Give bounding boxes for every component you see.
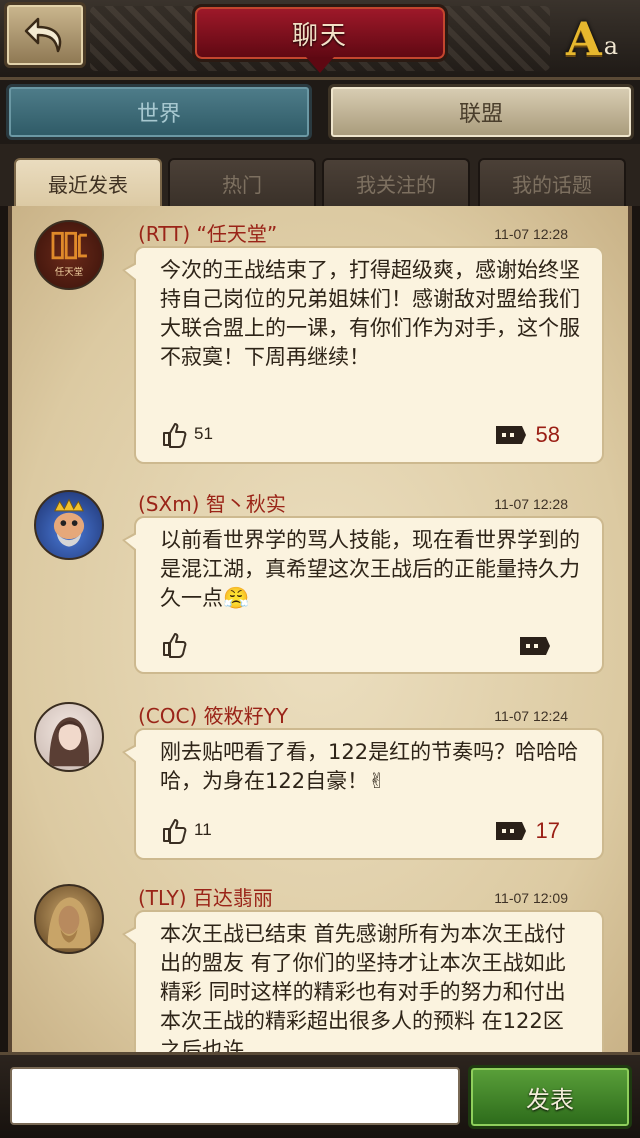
tab-alliance[interactable]: 联盟	[328, 84, 634, 140]
like-count: 51	[194, 424, 213, 443]
thumbs-up-icon	[163, 633, 187, 658]
composer-bar: 发表	[0, 1052, 640, 1138]
back-arrow-icon	[24, 17, 62, 53]
avatar[interactable]	[34, 702, 104, 772]
subtab-hot[interactable]: 热门	[168, 158, 316, 206]
avatar[interactable]: 任天堂	[34, 220, 104, 290]
thumbs-up-icon	[163, 819, 187, 844]
post-message: 以前看世界学的骂人技能，现在看世界学到的是混江湖，真希望这次王战后的正能量持久力…	[160, 528, 580, 610]
subtab-bar: 最近发表 热门 我关注的 我的话题	[0, 144, 640, 206]
post-author[interactable]: (SXm) 智丶秋实	[138, 488, 286, 517]
thumbs-up-icon	[163, 423, 187, 448]
post-time: 11-07 12:28	[494, 226, 568, 242]
comment-button[interactable]: 58	[494, 422, 560, 448]
post-feed[interactable]: 任天堂 (RTT) “任天堂” 11-07 12:28 今次的王战结束了，打得超…	[8, 206, 632, 1052]
send-button[interactable]: 发表	[468, 1065, 632, 1129]
comment-button[interactable]	[518, 634, 560, 658]
post-actions	[136, 626, 602, 658]
warrior-portrait-avatar-icon	[47, 897, 91, 949]
post-actions: 11 17	[136, 812, 602, 844]
like-button[interactable]	[160, 630, 194, 658]
message-input[interactable]	[10, 1067, 460, 1125]
post-author[interactable]: (COC) 筱敉籽YY	[138, 700, 288, 729]
post-bubble[interactable]: 本次王战已结束 首先感谢所有为本次王战付出的盟友 有了你们的坚持才让本次王战如此…	[134, 910, 604, 1052]
back-button[interactable]	[4, 2, 86, 68]
comment-count: 17	[535, 818, 560, 843]
comment-icon	[495, 426, 526, 444]
subtab-my-topics[interactable]: 我的话题	[478, 158, 626, 206]
girl-photo-avatar-icon	[49, 717, 89, 767]
like-button[interactable]: 51	[160, 420, 213, 448]
comment-button[interactable]: 17	[494, 818, 560, 844]
like-button[interactable]: 11	[160, 816, 212, 844]
comment-count: 58	[535, 422, 560, 447]
post-bubble[interactable]: 今次的王战结束了，打得超级爽，感谢始终坚持自己岗位的兄弟姐妹们！感谢敌对盟给我们…	[134, 246, 604, 464]
post-message: 今次的王战结束了，打得超级爽，感谢始终坚持自己岗位的兄弟姐妹们！感谢敌对盟给我们…	[160, 258, 580, 369]
subtab-following[interactable]: 我关注的	[322, 158, 470, 206]
font-size-icon-large: A	[565, 12, 602, 66]
like-count: 11	[194, 820, 212, 839]
page-title: 聊天	[291, 20, 348, 51]
post-actions: 51 58	[136, 416, 602, 448]
font-size-button[interactable]: A a	[562, 4, 622, 62]
king-character-avatar-icon	[53, 498, 85, 547]
post-time: 11-07 12:28	[494, 496, 568, 512]
comment-icon	[520, 637, 550, 655]
post-bubble[interactable]: 以前看世界学的骂人技能，现在看世界学到的是混江湖，真希望这次王战后的正能量持久力…	[134, 516, 604, 674]
post-bubble[interactable]: 刚去贴吧看了看，122是红的节奏吗？哈哈哈哈，为身在122自豪！✌ 11 17	[134, 728, 604, 860]
post-message: 刚去贴吧看了看，122是红的节奏吗？哈哈哈哈，为身在122自豪！✌	[160, 740, 579, 793]
header-bar: 聊天 A a	[0, 0, 640, 80]
nintendo-logo-avatar-icon: 任天堂	[51, 231, 87, 278]
avatar[interactable]	[34, 884, 104, 954]
post-message: 本次王战已结束 首先感谢所有为本次王战付出的盟友 有了你们的坚持才让本次王战如此…	[160, 922, 573, 1052]
post-author[interactable]: (TLY) 百达翡丽	[138, 882, 273, 911]
post-time: 11-07 12:24	[494, 708, 568, 724]
channel-tabs: 世界 联盟	[0, 80, 640, 144]
post-author[interactable]: (RTT) “任天堂”	[138, 218, 277, 247]
comment-icon	[495, 822, 526, 840]
font-size-icon-small: a	[603, 32, 618, 60]
avatar[interactable]	[34, 490, 104, 560]
post-time: 11-07 12:09	[494, 890, 568, 906]
tab-world[interactable]: 世界	[6, 84, 312, 140]
avatar-logo-text: 任天堂	[55, 266, 83, 278]
subtab-recent[interactable]: 最近发表	[14, 158, 162, 206]
title-plate: 聊天	[192, 4, 448, 62]
